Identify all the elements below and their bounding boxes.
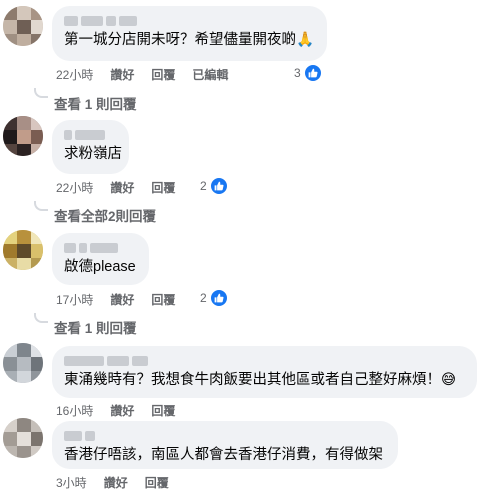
comment-time[interactable]: 16小時 [56, 402, 93, 419]
comment-time[interactable]: 17小時 [56, 291, 93, 308]
reply-button[interactable]: 回覆 [151, 402, 175, 419]
like-button[interactable]: 讚好 [110, 66, 134, 83]
comment-time[interactable]: 3小時 [56, 474, 87, 491]
comment-text: 求粉嶺店 [64, 146, 122, 162]
view-replies-link[interactable]: 查看全部2則回覆 [54, 205, 156, 225]
comment-actions: 22小時 讚好 回覆 [56, 179, 192, 196]
edited-label: 已編輯 [192, 68, 229, 82]
reaction-number: 2 [200, 291, 207, 305]
comment-bubble: 求粉嶺店 [52, 120, 129, 174]
reaction-number: 2 [200, 179, 207, 193]
like-button[interactable]: 讚好 [110, 291, 134, 308]
like-button[interactable]: 讚好 [104, 474, 128, 491]
comment-bubble: 香港仔唔該，南區人都會去香港仔消費，有得做架 [52, 421, 398, 469]
comment-bubble: 東涌幾時有？我想食牛肉飯要出其他區或者自己整好麻煩！😅 [52, 346, 477, 398]
comment-bubble: 啟德please [52, 233, 149, 285]
thumbs-up-icon [209, 289, 228, 307]
like-button[interactable]: 讚好 [110, 179, 134, 196]
comment-actions: 16小時 讚好 回覆 [56, 402, 192, 419]
view-replies-link[interactable]: 查看 1 則回覆 [54, 93, 137, 113]
comment-actions: 3小時 讚好 回覆 [56, 474, 186, 491]
comment-text: 香港仔唔該，南區人都會去香港仔消費，有得做架 [64, 447, 383, 463]
reply-button[interactable]: 回覆 [145, 474, 169, 491]
commenter-name-redacted[interactable] [64, 429, 386, 442]
reply-button[interactable]: 回覆 [151, 66, 175, 83]
avatar[interactable] [3, 230, 43, 270]
view-replies-link[interactable]: 查看 1 則回覆 [54, 317, 137, 337]
comment-actions: 22小時 讚好 回覆 已編輯 [56, 66, 245, 83]
reply-connector [34, 313, 48, 323]
thumbs-up-icon [303, 64, 322, 82]
commenter-name-redacted[interactable] [64, 14, 315, 27]
like-button[interactable]: 讚好 [110, 402, 134, 419]
commenter-name-redacted[interactable] [64, 128, 117, 141]
commenter-name-redacted[interactable] [64, 354, 465, 367]
comment-text: 第一城分店開未呀？希望儘量開夜啲🙏 [64, 32, 315, 48]
reaction-count[interactable]: 2 [200, 289, 228, 307]
reaction-count[interactable]: 2 [200, 177, 228, 195]
comment-bubble: 第一城分店開未呀？希望儘量開夜啲🙏 [52, 6, 327, 61]
avatar[interactable] [3, 116, 43, 156]
thumbs-up-icon [209, 177, 228, 195]
reply-button[interactable]: 回覆 [151, 179, 175, 196]
commenter-name-redacted[interactable] [64, 241, 137, 254]
avatar[interactable] [3, 6, 43, 46]
comment-actions: 17小時 讚好 回覆 [56, 291, 192, 308]
reply-connector [34, 201, 48, 211]
comment-time[interactable]: 22小時 [56, 66, 93, 83]
reply-button[interactable]: 回覆 [151, 291, 175, 308]
comment-time[interactable]: 22小時 [56, 179, 93, 196]
reply-connector [34, 88, 48, 98]
comment-text: 啟德please [64, 259, 136, 275]
reaction-count[interactable]: 3 [294, 64, 322, 82]
avatar[interactable] [3, 343, 43, 383]
reaction-number: 3 [294, 66, 301, 80]
comment-text: 東涌幾時有？我想食牛肉飯要出其他區或者自己整好麻煩！😅 [64, 372, 457, 388]
avatar[interactable] [3, 418, 43, 458]
